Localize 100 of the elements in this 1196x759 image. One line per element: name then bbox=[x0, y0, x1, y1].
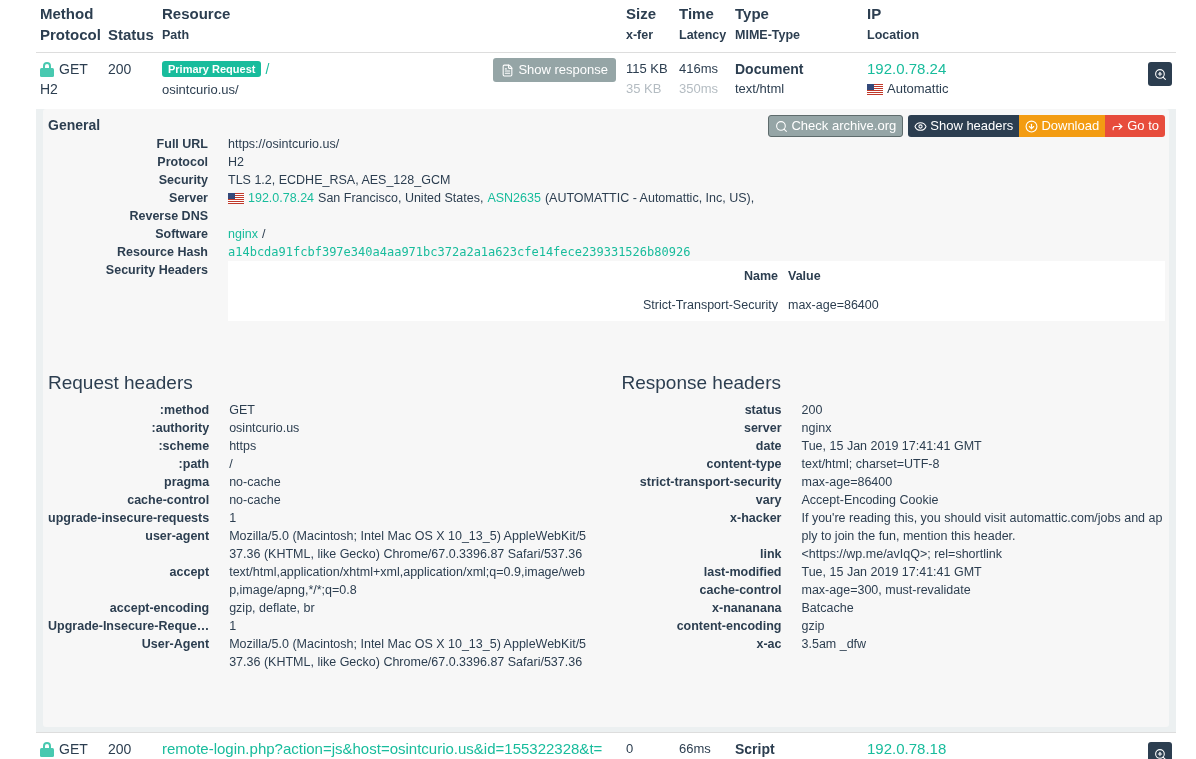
field-label: Server bbox=[168, 190, 208, 207]
column-subtitle: x-fer bbox=[626, 27, 655, 44]
show-response-button[interactable]: Show response bbox=[493, 58, 616, 82]
field-label: Full URL bbox=[155, 136, 208, 153]
field-value: TLS 1.2, ECDHE_RSA, AES_128_GCM bbox=[228, 172, 451, 189]
resource-path: osintcurio.us/ bbox=[162, 81, 240, 99]
column-subtitle: Status bbox=[108, 25, 155, 45]
header-name: server bbox=[742, 420, 782, 437]
field-label: Security Headers bbox=[104, 262, 208, 279]
column-subtitle: Path bbox=[162, 27, 191, 44]
header-value: Mozilla/5.0 (Macintosh; Intel Mac OS X 10_13_5) AppleWebKit/537.36 (KHTML, like Gecko) Chrome/67.0.3396.87 Safari/537.36 bbox=[229, 636, 588, 671]
zoom-button[interactable] bbox=[1148, 742, 1172, 759]
table-cell-text: Strict-Transport-Security bbox=[642, 297, 778, 314]
header-value: 1 bbox=[229, 618, 238, 635]
header-name: last-modified bbox=[702, 564, 782, 581]
time-text: 416ms bbox=[679, 60, 720, 78]
header-value: gzip bbox=[801, 618, 826, 635]
latency-text: 350ms bbox=[679, 80, 720, 98]
header-value: GET bbox=[229, 402, 256, 419]
header-value: text/html; charset=UTF-8 bbox=[801, 456, 941, 473]
header-value: 200 bbox=[801, 402, 824, 419]
zoom-button[interactable] bbox=[1148, 62, 1172, 86]
header-value: 3.5am _dfw bbox=[801, 636, 868, 653]
toolbar-button[interactable]: Go to bbox=[1105, 115, 1165, 137]
column-header: Name bbox=[742, 268, 778, 285]
header-name: user-agent bbox=[144, 528, 210, 545]
mime-type-text: text/html bbox=[735, 80, 786, 98]
header-name: cache-control bbox=[698, 582, 782, 599]
toolbar-button[interactable]: Check archive.org bbox=[768, 115, 904, 137]
zoom-in-icon bbox=[1153, 67, 1167, 81]
column-title: Time bbox=[679, 4, 715, 24]
column-header: Value bbox=[787, 268, 821, 285]
resource-link[interactable]: / bbox=[265, 59, 270, 79]
field-value: / bbox=[261, 226, 266, 243]
header-value: Batcache bbox=[801, 600, 855, 617]
header-value: 1 bbox=[229, 510, 238, 527]
column-title: IP bbox=[867, 4, 883, 24]
link[interactable]: ASN2635 bbox=[487, 189, 541, 207]
link[interactable]: nginx bbox=[228, 225, 258, 243]
header-value: no-cache bbox=[229, 474, 282, 491]
header-value: Accept-Encoding Cookie bbox=[801, 492, 940, 509]
header-name: date bbox=[754, 438, 782, 455]
protocol-text: H2 bbox=[40, 80, 59, 99]
method-text: GET bbox=[59, 60, 88, 79]
field-label: Security bbox=[157, 172, 208, 189]
link[interactable]: 192.0.78.24 bbox=[248, 189, 315, 207]
type-text: Document bbox=[735, 60, 805, 79]
hash-value: a14bcda91fcbf397e340a4aa971bc372a2a1a623cfe14fece239331526b80926 bbox=[228, 244, 692, 261]
column-subtitle: Latency bbox=[679, 27, 728, 44]
header-name: :scheme bbox=[157, 438, 210, 455]
header-value: gzip, deflate, br bbox=[229, 600, 316, 617]
field-label: Reverse DNS bbox=[128, 208, 208, 225]
header-name: Upgrade-Insecure-Reque… bbox=[48, 618, 210, 635]
header-name: x-nananana bbox=[711, 600, 782, 617]
header-value: max-age=300, must-revalidate bbox=[801, 582, 972, 599]
resource-link[interactable]: remote-login.php?action=js&host=osintcurio.us&id=155322328&t= bbox=[162, 739, 603, 759]
header-name: upgrade-insecure-requests bbox=[48, 510, 210, 527]
header-name: :method bbox=[158, 402, 210, 419]
primary-request-badge: Primary Request bbox=[162, 61, 262, 77]
status-text: 200 bbox=[108, 61, 132, 77]
header-name: :authority bbox=[150, 420, 210, 437]
field-value: San Francisco, United States, bbox=[318, 190, 484, 207]
field-label: Resource Hash bbox=[116, 244, 208, 261]
header-name: cache-control bbox=[126, 492, 210, 509]
header-name: content-type bbox=[705, 456, 782, 473]
header-name: User-Agent bbox=[140, 636, 210, 653]
header-name: accept-encoding bbox=[108, 600, 210, 617]
search-icon bbox=[775, 119, 789, 133]
header-value: <https://wp.me/avIqQ>; rel=shortlink bbox=[801, 546, 1003, 563]
field-value: H2 bbox=[228, 154, 244, 171]
time-text: 66ms bbox=[679, 740, 712, 758]
ip-link[interactable]: 192.0.78.18 bbox=[867, 739, 1148, 759]
header-name: status bbox=[743, 402, 782, 419]
field-value: https://osintcurio.us/ bbox=[228, 136, 340, 153]
zoom-in-icon bbox=[1153, 747, 1167, 759]
header-value: / bbox=[229, 456, 234, 473]
transfer-size-text: 35 KB bbox=[626, 80, 663, 98]
toolbar-button[interactable]: Download bbox=[1019, 115, 1106, 137]
header-value: https bbox=[229, 438, 258, 455]
toolbar-button[interactable]: Show headers bbox=[908, 115, 1020, 137]
header-name: strict-transport-security bbox=[638, 474, 782, 491]
column-subtitle: Location bbox=[867, 27, 921, 44]
header-value: no-cache bbox=[229, 492, 282, 509]
request-row[interactable]: GET 200 remote-login.php?action=js&host=osintcurio.us&id=155322328&t= 0 66ms Script 192.0.78.18 bbox=[36, 732, 1176, 759]
field-label: Software bbox=[154, 226, 208, 243]
column-title: Resource bbox=[162, 4, 232, 24]
column-title: Size bbox=[626, 4, 657, 24]
table-cell-text: max-age=86400 bbox=[787, 297, 879, 314]
header-value: Tue, 15 Jan 2019 17:41:41 GMT bbox=[801, 438, 983, 455]
field-value: (AUTOMATTIC - Automattic, Inc, US), bbox=[544, 190, 755, 207]
column-subtitle: Protocol bbox=[40, 25, 102, 45]
section-heading: Request headers bbox=[48, 371, 194, 395]
ip-link[interactable]: 192.0.78.24 bbox=[867, 59, 1148, 79]
section-heading: Response headers bbox=[621, 371, 782, 395]
header-name: content-encoding bbox=[675, 618, 782, 635]
document-icon bbox=[501, 63, 515, 77]
column-subtitle: MIME-Type bbox=[735, 27, 802, 44]
header-name: :path bbox=[177, 456, 210, 473]
section-heading: General bbox=[48, 116, 101, 135]
header-value: osintcurio.us bbox=[229, 420, 301, 437]
